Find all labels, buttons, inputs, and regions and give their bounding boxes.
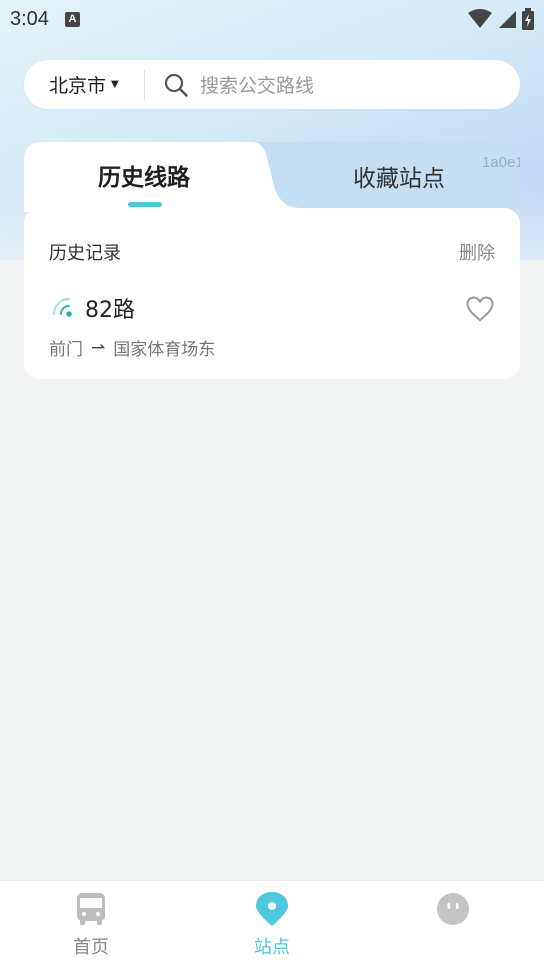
notification-a-icon: A bbox=[64, 11, 80, 27]
tab-history-routes[interactable]: 历史线路 bbox=[64, 158, 224, 192]
history-panel: 历史记录 删除 82路 前门 ⇀ 国家体育场东 bbox=[24, 208, 520, 379]
battery-icon bbox=[522, 8, 534, 34]
nav-stations[interactable]: 站点 bbox=[212, 881, 332, 967]
status-bar: 3:04 A bbox=[0, 0, 544, 38]
realtime-signal-icon bbox=[49, 295, 75, 321]
search-divider bbox=[144, 69, 145, 100]
route-from: 前门 bbox=[49, 340, 83, 360]
history-route-item[interactable]: 82路 bbox=[49, 292, 135, 324]
search-input[interactable]: 搜索公交路线 bbox=[200, 71, 314, 98]
nav-profile[interactable] bbox=[393, 881, 513, 967]
city-label: 北京市 bbox=[49, 75, 107, 97]
active-tab-indicator bbox=[128, 202, 162, 207]
nav-home[interactable]: 首页 bbox=[31, 881, 151, 967]
status-icons bbox=[468, 8, 534, 34]
route-to: 国家体育场东 bbox=[113, 340, 216, 360]
bottom-nav: 首页 站点 bbox=[0, 880, 544, 967]
arrow-right-icon: ⇀ bbox=[91, 337, 106, 358]
search-bar: 北京市 ▼ 搜索公交路线 bbox=[24, 60, 520, 109]
nav-home-label: 首页 bbox=[73, 937, 109, 958]
history-title: 历史记录 bbox=[49, 243, 121, 264]
delete-button[interactable]: 删除 bbox=[459, 239, 495, 265]
city-selector[interactable]: 北京市 ▼ bbox=[24, 71, 144, 98]
status-time: 3:04 bbox=[10, 7, 49, 30]
bus-icon bbox=[74, 891, 108, 927]
cell-signal-icon bbox=[498, 9, 516, 33]
debug-id-label: 1a0e15 bbox=[482, 154, 520, 171]
nav-stations-label: 站点 bbox=[254, 937, 290, 958]
favorite-heart-icon[interactable] bbox=[466, 296, 494, 322]
search-icon bbox=[164, 73, 188, 97]
location-pin-icon bbox=[255, 891, 289, 927]
avatar-icon bbox=[436, 891, 470, 927]
route-name: 82路 bbox=[85, 298, 135, 323]
caret-down-icon: ▼ bbox=[111, 79, 119, 90]
route-stops: 前门 ⇀ 国家体育场东 bbox=[49, 335, 216, 361]
wifi-icon bbox=[468, 9, 492, 33]
routes-card: 历史记录 删除 82路 前门 ⇀ 国家体育场东 历史线路 收藏站点 1a0e15 bbox=[24, 142, 520, 379]
tab-favorite-stops[interactable]: 收藏站点 bbox=[324, 159, 474, 193]
